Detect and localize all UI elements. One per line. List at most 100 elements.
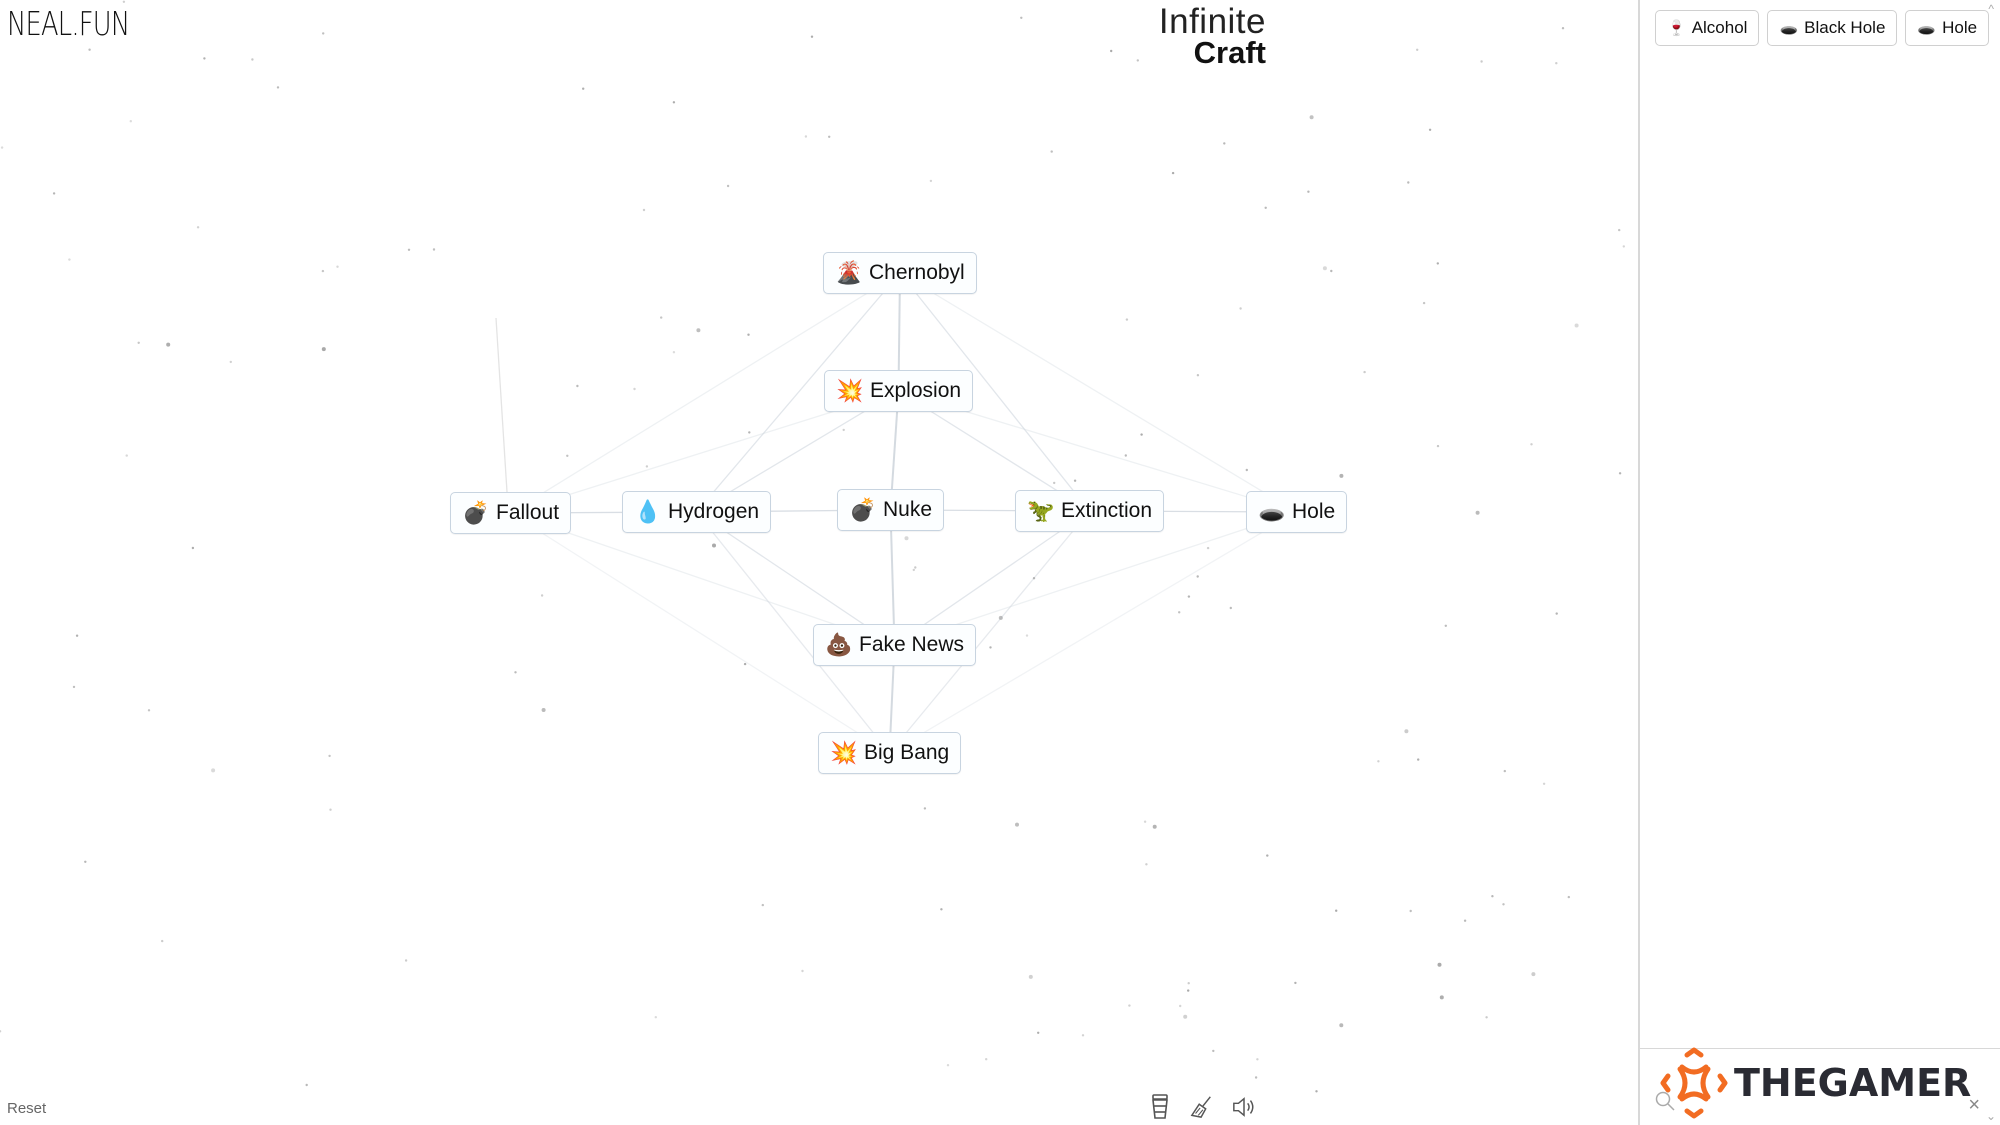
background-particle xyxy=(1444,624,1448,627)
sidebar-item-black-hole[interactable]: 🕳️ Black Hole xyxy=(1767,10,1898,46)
volcano-icon: 🌋 xyxy=(835,260,863,285)
element-explosion[interactable]: 💥 Explosion xyxy=(824,370,974,412)
background-particle xyxy=(929,179,933,183)
background-particle xyxy=(998,615,1003,620)
background-particle xyxy=(322,32,325,35)
background-particle xyxy=(940,908,943,911)
element-label: Fallout xyxy=(496,501,560,524)
background-particle xyxy=(137,341,140,344)
background-particle xyxy=(1322,266,1327,271)
element-nuke[interactable]: 💣 Nuke xyxy=(837,489,945,531)
hole-icon: 🕳️ xyxy=(1779,20,1799,37)
element-extinction[interactable]: 🦖 Extinction xyxy=(1015,490,1165,532)
background-particle xyxy=(1025,634,1029,637)
element-chernobyl[interactable]: 🌋 Chernobyl xyxy=(823,252,977,294)
background-particle xyxy=(328,754,331,758)
background-particle xyxy=(1561,27,1565,30)
background-particle xyxy=(1140,433,1143,436)
background-particle xyxy=(1171,171,1175,175)
scroll-down-icon[interactable]: ⌄ xyxy=(1986,1109,1996,1123)
background-particle xyxy=(1404,729,1409,734)
background-particle xyxy=(1073,479,1077,482)
crafting-canvas[interactable]: NEAL.FUN Infinite Craft 🌋 Chernobyl 💥 Ex… xyxy=(0,0,1638,1125)
element-fake-news[interactable]: 💩 Fake News xyxy=(813,624,977,666)
background-particle xyxy=(1229,606,1233,610)
cup-icon[interactable] xyxy=(1148,1093,1172,1121)
background-particle xyxy=(1028,974,1033,979)
background-particle xyxy=(1335,909,1338,912)
background-particle xyxy=(1256,1058,1259,1061)
background-particle xyxy=(1183,1014,1188,1019)
sidebar-item-label: Hole xyxy=(1942,18,1978,37)
background-particle xyxy=(1266,854,1269,857)
background-particle xyxy=(1622,245,1626,248)
element-big-bang[interactable]: 💥 Big Bang xyxy=(818,732,962,774)
background-particle xyxy=(407,248,411,251)
neal-fun-logo[interactable]: NEAL.FUN xyxy=(7,4,130,43)
element-fallout[interactable]: 💣 Fallout xyxy=(450,492,572,534)
element-hole[interactable]: 🕳️ Hole xyxy=(1246,491,1348,533)
background-particle xyxy=(989,646,992,649)
background-particle xyxy=(946,1064,950,1067)
background-particle xyxy=(1463,919,1467,922)
background-particle xyxy=(1020,16,1023,19)
title-infinite: Infinite xyxy=(1158,2,1266,41)
background-particle xyxy=(810,35,814,38)
background-particle xyxy=(582,87,585,90)
background-particle xyxy=(1136,59,1140,62)
background-particle xyxy=(912,568,915,572)
background-particle xyxy=(129,120,132,123)
background-particle xyxy=(726,184,730,188)
background-particle xyxy=(52,192,56,195)
background-particle xyxy=(1436,444,1440,448)
background-particle xyxy=(654,1016,657,1019)
bottom-toolbar xyxy=(1148,1093,1256,1121)
background-particle xyxy=(1124,454,1128,457)
background-particle xyxy=(1485,1016,1488,1019)
explosion-icon: 💥 xyxy=(836,378,864,403)
background-particle xyxy=(305,1083,308,1087)
bomb-icon: 💣 xyxy=(462,500,490,525)
background-particle xyxy=(672,101,676,104)
background-particle xyxy=(1475,510,1480,515)
background-particle xyxy=(1377,760,1380,763)
background-particle xyxy=(1196,575,1199,578)
search-input[interactable]: THEGAMER × xyxy=(1640,1047,2000,1125)
background-particle xyxy=(761,903,764,907)
background-particle xyxy=(1152,824,1157,829)
background-particle xyxy=(828,135,831,138)
sidebar-item-alcohol[interactable]: 🍷 Alcohol xyxy=(1655,10,1760,46)
close-icon[interactable]: × xyxy=(1968,1094,1980,1117)
bomb-icon: 💣 xyxy=(849,497,877,522)
background-particle xyxy=(404,959,408,962)
sidebar-items: 🍷 Alcohol 🕳️ Black Hole 🕳️ Hole xyxy=(1655,10,1995,46)
reset-button[interactable]: Reset xyxy=(7,1100,46,1117)
sidebar-item-hole[interactable]: 🕳️ Hole xyxy=(1905,10,1990,46)
background-particle xyxy=(329,808,332,811)
background-particle xyxy=(566,454,569,457)
background-particle xyxy=(1428,128,1432,131)
background-particle xyxy=(1491,895,1494,898)
background-particle xyxy=(336,265,339,268)
background-particle xyxy=(0,146,4,149)
background-particle xyxy=(1187,595,1191,598)
background-particle xyxy=(1187,982,1190,985)
background-particle xyxy=(801,969,804,973)
background-particle xyxy=(1206,546,1210,550)
background-particle xyxy=(1480,60,1483,63)
background-particle xyxy=(166,342,171,347)
background-particle xyxy=(203,57,206,60)
element-hydrogen[interactable]: 💧 Hydrogen xyxy=(622,491,772,533)
background-particle xyxy=(321,269,325,273)
background-particle xyxy=(191,546,195,550)
background-particle xyxy=(1618,228,1621,232)
game-title: Infinite Craft xyxy=(1159,4,1266,68)
background-particle xyxy=(576,384,579,388)
sound-icon[interactable] xyxy=(1232,1093,1256,1121)
broom-icon[interactable] xyxy=(1190,1093,1214,1121)
background-particle xyxy=(1223,142,1226,145)
sidebar-item-label: Alcohol xyxy=(1691,18,1748,37)
background-particle xyxy=(147,709,151,712)
background-particle xyxy=(75,634,79,637)
background-particle xyxy=(1436,262,1440,265)
